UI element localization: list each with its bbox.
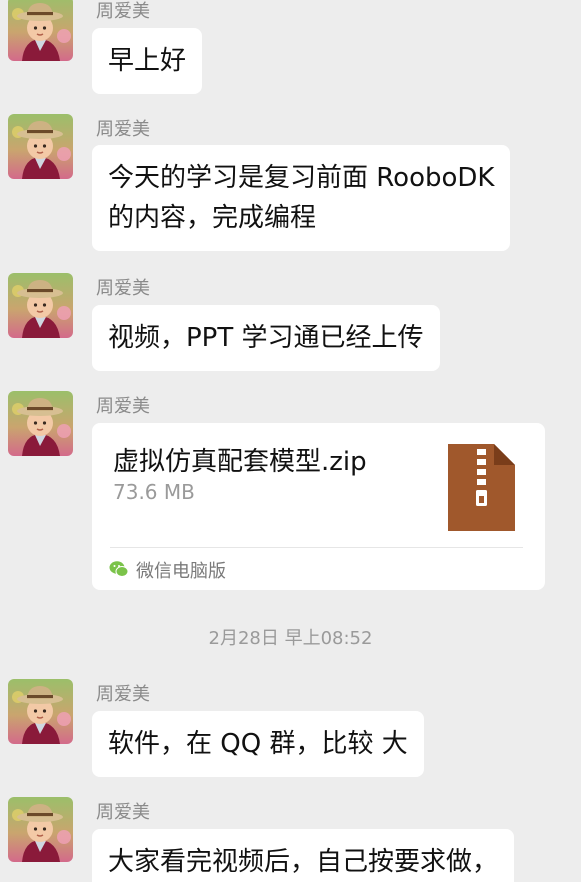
sender-avatar[interactable] — [8, 273, 73, 338]
message-bubble[interactable]: 大家看完视频后，自己按要求做， — [92, 829, 515, 882]
message-line: 的内容，完成编程 — [108, 203, 317, 233]
file-size: 73.6 MB — [113, 480, 195, 504]
chat-view: 周爱美 早上好 周爱美 今天的学习是复习前面 RooboDK 的内容，完成编程 … — [0, 0, 581, 882]
message-bubble[interactable]: 早上好 — [92, 28, 203, 94]
sender-name: 周爱美 — [96, 802, 150, 823]
sender-name: 周爱美 — [96, 1, 150, 22]
sender-avatar[interactable] — [8, 391, 73, 456]
sender-name: 周爱美 — [96, 278, 150, 299]
sender-avatar[interactable] — [8, 0, 73, 61]
message-bubble[interactable]: 今天的学习是复习前面 RooboDK 的内容，完成编程 — [92, 145, 511, 251]
sender-name: 周爱美 — [96, 396, 150, 417]
file-message-card[interactable]: 虚拟仿真配套模型.zip 73.6 MB 微信电脑版 — [92, 423, 545, 590]
wechat-icon — [109, 560, 129, 582]
sender-name: 周爱美 — [96, 684, 150, 705]
file-name: 虚拟仿真配套模型.zip — [113, 447, 367, 477]
zip-file-icon — [448, 444, 515, 535]
message-bubble[interactable]: 软件，在 QQ 群，比较 大 — [92, 711, 424, 777]
chat-timestamp: 2月28日 早上08:52 — [208, 628, 373, 649]
sender-avatar[interactable] — [8, 114, 73, 179]
sender-avatar[interactable] — [8, 679, 73, 744]
card-source: 微信电脑版 — [136, 561, 226, 582]
card-divider — [110, 547, 523, 548]
message-line: 今天的学习是复习前面 RooboDK — [108, 163, 495, 193]
sender-avatar[interactable] — [8, 797, 73, 862]
message-bubble[interactable]: 视频，PPT 学习通已经上传 — [92, 305, 440, 371]
sender-name: 周爱美 — [96, 119, 150, 140]
